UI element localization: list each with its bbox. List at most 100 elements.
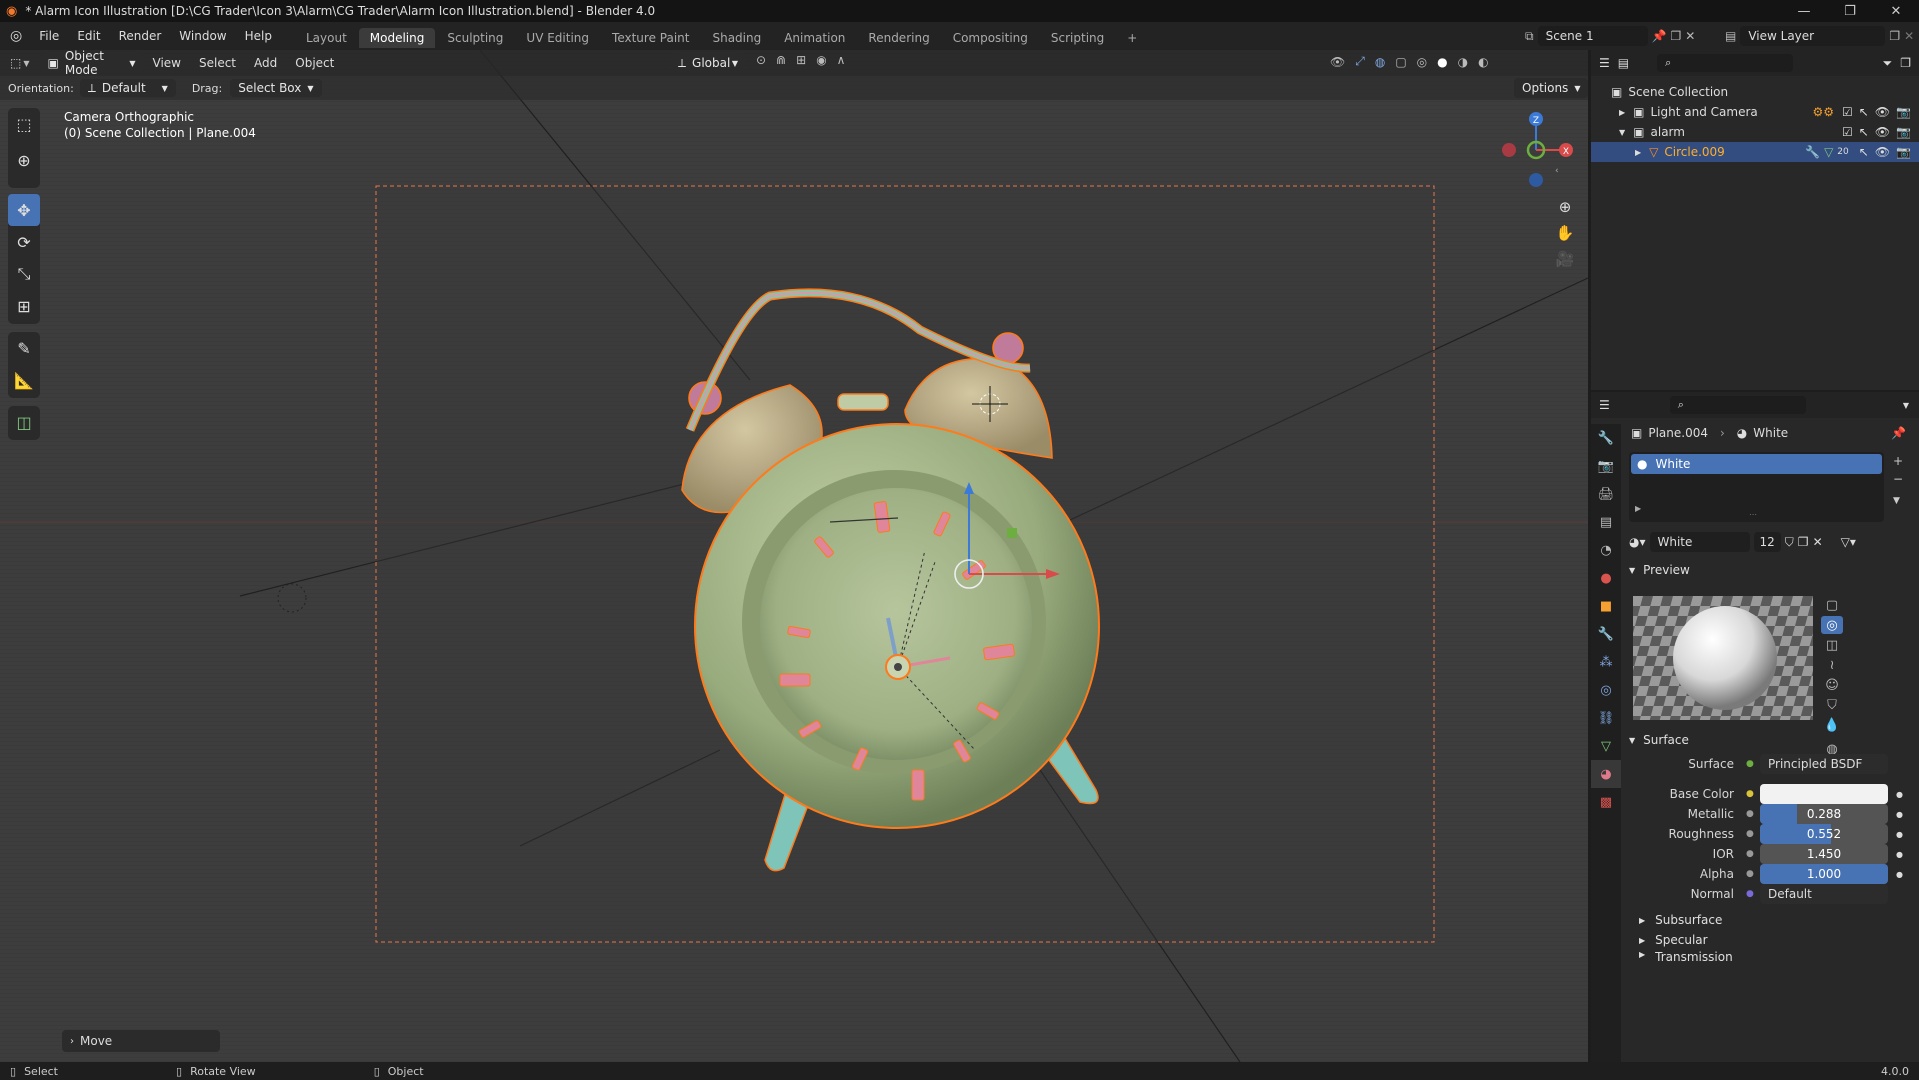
keyframe-dot-icon[interactable]: ● (1896, 870, 1903, 879)
tab-uv-editing[interactable]: UV Editing (515, 28, 600, 48)
pan-hand-icon[interactable]: ✋ (1552, 220, 1578, 246)
scale-tool-icon[interactable]: ⤡ (8, 258, 40, 290)
snap-magnet-icon[interactable]: ⋒ (776, 53, 786, 67)
viewport-menu-select[interactable]: Select (190, 50, 245, 76)
material-name-field[interactable]: White (1649, 532, 1750, 552)
blender-menu-icon[interactable]: ◎ (0, 22, 30, 50)
maximize-button[interactable]: ❐ (1827, 0, 1873, 22)
remove-slot-icon[interactable]: − (1893, 472, 1903, 486)
tool-tab-icon[interactable]: 🔧 (1591, 424, 1621, 452)
viewport-menu-add[interactable]: Add (245, 50, 286, 76)
filter-icon[interactable]: ⏷ (1883, 56, 1893, 71)
select-box-tool-icon[interactable]: ⬚ (8, 108, 40, 140)
preview-flat-icon[interactable]: ▢ (1821, 596, 1843, 614)
user-count[interactable]: 12 (1753, 532, 1781, 552)
tab-modeling[interactable]: Modeling (358, 28, 436, 48)
keyframe-dot-icon[interactable]: ● (1896, 830, 1903, 839)
expand-arrow-icon[interactable]: ▶ (1619, 108, 1625, 117)
visibility-icon[interactable]: 👁 (1330, 55, 1345, 69)
new-scene-icon[interactable]: ❐ (1671, 29, 1682, 43)
surface-panel-header[interactable] (1629, 638, 1911, 662)
menu-render[interactable]: Render (110, 22, 171, 50)
specular-subpanel[interactable]: ▶ Specular (1639, 930, 1909, 950)
viewport-menu-object[interactable]: Object (286, 50, 343, 76)
wireframe-shading-icon[interactable]: ◎ (1417, 55, 1427, 69)
render-camera-icon[interactable]: 📷 (1896, 145, 1911, 159)
preview-monkey-icon[interactable]: ☺ (1821, 676, 1843, 694)
physics-tab-icon[interactable]: ◎ (1591, 676, 1621, 704)
editor-type-selector[interactable]: ⬚ ▼ (10, 56, 30, 70)
surface-shader-dropdown[interactable]: Principled BSDF (1760, 754, 1888, 774)
keyframe-dot-icon[interactable]: ● (1896, 810, 1903, 819)
rotate-tool-icon[interactable]: ⟳ (8, 226, 40, 258)
properties-search-input[interactable]: ⌕ (1669, 396, 1806, 414)
texture-tab-icon[interactable]: ▩ (1591, 788, 1621, 816)
camera-view-icon[interactable]: 🎥 (1552, 246, 1578, 272)
proportional-edit-icon[interactable]: ◉ (816, 53, 826, 67)
visibility-eye-icon[interactable]: 👁 (1875, 105, 1890, 119)
collapse-sidebar-icon[interactable]: ‹ (1555, 166, 1559, 176)
move-tool-icon[interactable]: ✥ (8, 194, 40, 226)
expand-arrow-icon[interactable]: ▶ (1635, 504, 1641, 513)
drag-dropdown[interactable]: Select Box ▼ (230, 79, 322, 97)
expand-arrow-icon[interactable]: ▶ (1635, 148, 1641, 157)
tab-animation[interactable]: Animation (773, 28, 856, 48)
tab-compositing[interactable]: Compositing (942, 28, 1039, 48)
tab-texture-paint[interactable]: Texture Paint (601, 28, 700, 48)
pin-icon[interactable]: 📌 (1652, 29, 1667, 43)
menu-help[interactable]: Help (236, 22, 281, 50)
metallic-slider[interactable]: 0.288 (1760, 804, 1888, 824)
gizmo-toggle-icon[interactable]: ⤢ (1355, 54, 1365, 69)
navigation-gizmo[interactable]: Z X (1480, 106, 1580, 196)
scene-tab-icon[interactable]: ◔ (1591, 536, 1621, 564)
tab-shading[interactable]: Shading (701, 28, 772, 48)
menu-file[interactable]: File (30, 22, 68, 50)
new-collection-icon[interactable]: ❐ (1900, 56, 1911, 70)
measure-tool-icon[interactable]: 📐 (8, 364, 40, 396)
preview-panel-header[interactable]: ▼ Preview (1629, 558, 1911, 582)
outliner-row-alarm[interactable]: ▼ ▣ alarm ☑ ↖ 👁 📷 (1591, 122, 1919, 142)
render-camera-icon[interactable]: 📷 (1896, 105, 1911, 119)
last-operator-panel[interactable]: › Move (62, 1030, 220, 1052)
modifier-wrench-icon[interactable]: 🔧 (1805, 145, 1820, 159)
add-slot-icon[interactable]: + (1893, 454, 1903, 468)
new-view-layer-icon[interactable]: ❐ (1889, 29, 1900, 43)
render-camera-icon[interactable]: 📷 (1896, 125, 1911, 139)
outliner-row-scene-collection[interactable]: ▣ Scene Collection (1591, 82, 1919, 102)
particles-tab-icon[interactable]: ⁂ (1591, 648, 1621, 676)
fake-user-shield-icon[interactable]: ⛉ (1785, 535, 1794, 550)
menu-edit[interactable]: Edit (68, 22, 109, 50)
selectable-icon[interactable]: ↖ (1859, 125, 1869, 139)
tab-scripting[interactable]: Scripting (1040, 28, 1115, 48)
mode-dropdown[interactable]: ▣ Object Mode ▼ (39, 50, 144, 77)
transform-orientation-dropdown[interactable]: ⟂ Global ▼ (670, 53, 746, 73)
normal-field[interactable]: Default (1760, 884, 1888, 904)
zoom-icon[interactable]: ⊕ (1552, 194, 1578, 220)
minimize-button[interactable]: — (1781, 0, 1827, 22)
rendered-shading-icon[interactable]: ◐ (1478, 55, 1488, 69)
pin-icon[interactable]: 📌 (1891, 426, 1906, 440)
delete-scene-icon[interactable]: ✕ (1685, 29, 1695, 43)
transform-tool-icon[interactable]: ⊞ (8, 290, 40, 322)
solid-shading-icon[interactable]: ● (1437, 55, 1447, 69)
orientation-dropdown[interactable]: ⟂ Default ▼ (79, 79, 176, 97)
exclude-checkbox[interactable]: ☑ (1842, 105, 1853, 119)
tab-sculpting[interactable]: Sculpting (436, 28, 514, 48)
surface-panel-header[interactable]: ▼ Surface (1629, 728, 1911, 752)
tab-rendering[interactable]: Rendering (857, 28, 940, 48)
scene-name-field[interactable]: Scene 1 (1537, 26, 1648, 46)
visibility-eye-icon[interactable]: 👁 (1875, 145, 1890, 159)
exclude-checkbox[interactable]: ☑ (1842, 125, 1853, 139)
transmission-subpanel[interactable]: ▶ Transmission (1639, 950, 1909, 962)
alpha-slider[interactable]: 1.000 (1760, 864, 1888, 884)
roughness-slider[interactable]: 0.552 (1760, 824, 1888, 844)
xray-icon[interactable]: ▢ (1395, 55, 1406, 69)
link-mode-icon[interactable]: ▽▾ (1841, 535, 1856, 549)
outliner-row-light-and-camera[interactable]: ▶ ▣ Light and Camera ⚙⚙ ☑ ↖ 👁 📷 (1591, 102, 1919, 122)
tab-layout[interactable]: Layout (295, 28, 358, 48)
outliner-editor-icon[interactable]: ☰ (1599, 56, 1610, 70)
resize-handle-icon[interactable]: ⋯ (1749, 510, 1757, 519)
cursor-tool-icon[interactable]: ⊕ (8, 144, 40, 176)
output-tab-icon[interactable]: 🖨 (1591, 480, 1621, 508)
ior-field[interactable]: 1.450 (1760, 844, 1888, 864)
